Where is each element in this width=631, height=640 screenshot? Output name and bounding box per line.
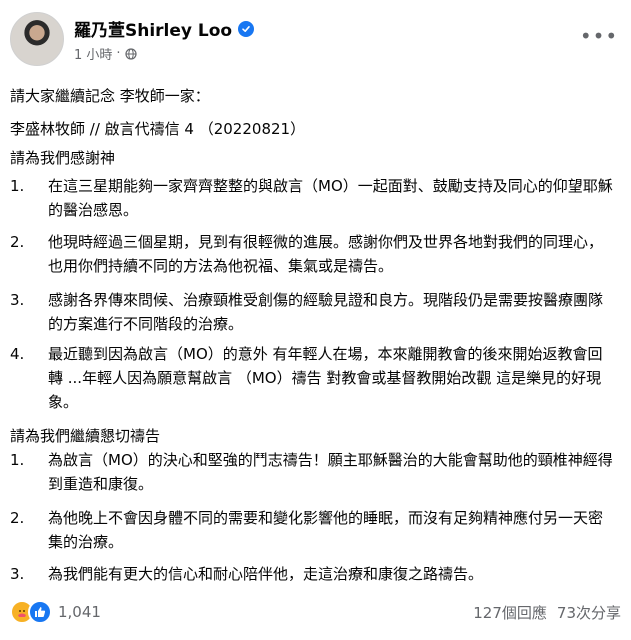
reactions-summary[interactable]: 1,041 <box>10 600 101 624</box>
prayer-item-number: 2. <box>10 509 25 527</box>
author-name[interactable]: 羅乃萱Shirley Loo <box>74 16 232 41</box>
prayer-item-text: 為他晚上不會因身體不同的需要和變化影響他的睡眠，而沒有足夠精神應付另一天密集的治… <box>48 509 604 551</box>
letter-title: 李盛林牧師 // 啟言代禱信 4 （20220821） <box>10 120 306 138</box>
avatar[interactable] <box>10 12 64 66</box>
post-meta: 1 小時 · <box>74 44 137 63</box>
prayer-item-text: 為我們能有更大的信心和耐心陪伴他，走這治療和康復之路禱告。 <box>48 565 484 583</box>
thanks-item-text: 最近聽到因為啟言（MO）的意外 有年輕人在場，本來離開教會的後來開始返教會回轉 … <box>48 345 603 411</box>
more-options-icon[interactable]: ••• <box>580 24 617 48</box>
post-header: 羅乃萱Shirley Loo 1 小時 · ••• <box>10 10 621 70</box>
globe-icon <box>124 47 137 60</box>
thanks-item: 1. 在這三星期能夠一家齊齊整整的與啟言（MO）一起面對、鼓勵支持及同心的仰望耶… <box>10 174 617 222</box>
thanks-item-text: 感謝各界傳來問候、治療頸椎受創傷的經驗見證和良方。現階段仍是需要按醫療團隊的方案… <box>48 291 604 333</box>
like-reaction-icon <box>28 600 52 624</box>
post-footer: 1,041 127個回應 73次分享 <box>10 598 621 626</box>
thanks-item-number: 4. <box>10 345 25 363</box>
reaction-count[interactable]: 1,041 <box>58 603 101 621</box>
comments-count[interactable]: 127個回應 <box>473 602 547 623</box>
thanks-item: 4. 最近聽到因為啟言（MO）的意外 有年輕人在場，本來離開教會的後來開始返教會… <box>10 342 617 414</box>
thanks-item-number: 1. <box>10 177 25 195</box>
thanks-item: 3. 感謝各界傳來問候、治療頸椎受創傷的經驗見證和良方。現階段仍是需要按醫療團隊… <box>10 288 617 336</box>
meta-separator: · <box>116 46 121 61</box>
prayer-item-number: 3. <box>10 565 25 583</box>
prayer-item: 2. 為他晚上不會因身體不同的需要和變化影響他的睡眠，而沒有足夠精神應付另一天密… <box>10 506 617 554</box>
post-time[interactable]: 1 小時 <box>74 44 112 63</box>
engagement-stats: 127個回應 73次分享 <box>473 602 621 623</box>
thanks-item-text: 在這三星期能夠一家齊齊整整的與啟言（MO）一起面對、鼓勵支持及同心的仰望耶穌的醫… <box>48 177 613 219</box>
post-intro: 請大家繼續記念 李牧師一家： <box>10 87 210 105</box>
prayer-item: 3. 為我們能有更大的信心和耐心陪伴他，走這治療和康復之路禱告。 <box>10 562 617 586</box>
prayer-heading: 請為我們繼續懇切禱告 <box>10 427 161 445</box>
verified-badge-icon <box>238 20 255 37</box>
prayer-item: 1. 為啟言（MO）的決心和堅強的鬥志禱告！願主耶穌醫治的大能會幫助他的頸椎神經… <box>10 448 617 496</box>
post-body: 請大家繼續記念 李牧師一家： 李盛林牧師 // 啟言代禱信 4 （2022082… <box>10 84 617 170</box>
prayer-item-text: 為啟言（MO）的決心和堅強的鬥志禱告！願主耶穌醫治的大能會幫助他的頸椎神經得到重… <box>48 451 613 493</box>
shares-count[interactable]: 73次分享 <box>557 602 621 623</box>
author-row: 羅乃萱Shirley Loo <box>74 16 255 41</box>
thanks-item-number: 2. <box>10 233 25 251</box>
thanks-item-number: 3. <box>10 291 25 309</box>
thanks-heading: 請為我們感謝神 <box>10 149 116 167</box>
prayer-item-number: 1. <box>10 451 25 469</box>
thanks-item-text: 他現時經過三個星期，見到有很輕微的進展。感謝你們及世界各地對我們的同理心，也用你… <box>48 233 604 275</box>
thanks-item: 2. 他現時經過三個星期，見到有很輕微的進展。感謝你們及世界各地對我們的同理心，… <box>10 230 617 278</box>
